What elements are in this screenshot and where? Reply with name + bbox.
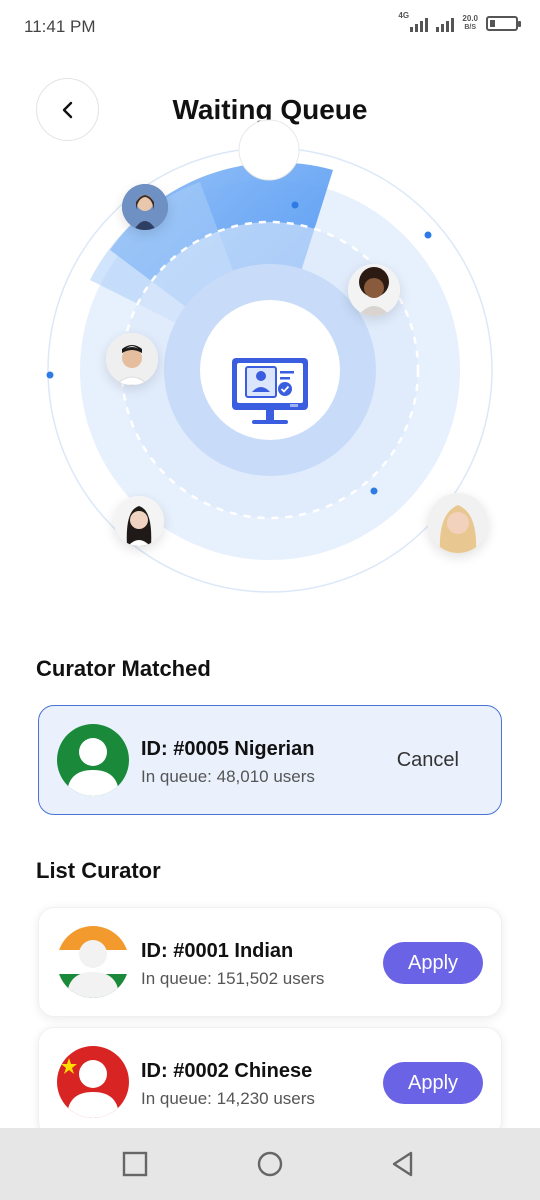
cancel-button[interactable]: Cancel	[397, 749, 459, 772]
back-triangle-icon[interactable]	[389, 1150, 417, 1178]
recents-square-icon[interactable]	[121, 1150, 149, 1178]
data-rate-value: 20.0	[462, 14, 478, 23]
matched-curator-card: ID: #0005 Nigerian In queue: 48,010 user…	[38, 705, 502, 815]
curator-matched-title: Curator Matched	[36, 656, 211, 681]
india-flag-avatar	[57, 926, 129, 998]
status-bar: 11:41 PM 4G 20.0 B/S	[0, 0, 540, 56]
status-time: 11:41 PM	[24, 17, 96, 36]
queue-user-avatar	[114, 496, 164, 546]
status-icons: 4G 20.0 B/S	[398, 11, 521, 32]
system-nav-bar	[0, 1128, 540, 1200]
curator-queue-count: In queue: 151,502 users	[141, 969, 325, 988]
data-rate: 20.0 B/S	[462, 14, 478, 32]
curator-id: ID: #0001 Indian	[141, 940, 294, 962]
signal-4g-icon: 4G	[398, 11, 429, 32]
signal-icon	[436, 14, 455, 32]
apply-button[interactable]: Apply	[383, 1062, 483, 1104]
home-circle-icon[interactable]	[256, 1150, 284, 1178]
queue-user-avatar	[428, 493, 488, 553]
data-rate-unit: B/S	[464, 24, 477, 31]
queue-radar	[0, 100, 540, 640]
curator-id: ID: #0005 Nigerian	[141, 738, 315, 760]
curator-card: ID: #0001 Indian In queue: 151,502 users…	[38, 907, 502, 1017]
curator-id: ID: #0002 Chinese	[141, 1060, 313, 1082]
queue-user-avatar	[106, 333, 158, 385]
battery-icon	[486, 15, 521, 31]
network-type-label: 4G	[398, 11, 410, 20]
nigeria-flag-avatar	[57, 724, 129, 796]
apply-button[interactable]: Apply	[383, 942, 483, 984]
curator-queue-count: In queue: 48,010 users	[141, 767, 315, 786]
radar-graphic	[46, 119, 493, 593]
china-flag-avatar	[57, 1046, 129, 1118]
list-curator-title: List Curator	[36, 858, 161, 883]
queue-user-avatar	[122, 184, 168, 230]
queue-user-avatar	[348, 264, 400, 316]
curator-queue-count: In queue: 14,230 users	[141, 1089, 315, 1108]
curator-card: ID: #0002 Chinese In queue: 14,230 users…	[38, 1027, 502, 1137]
